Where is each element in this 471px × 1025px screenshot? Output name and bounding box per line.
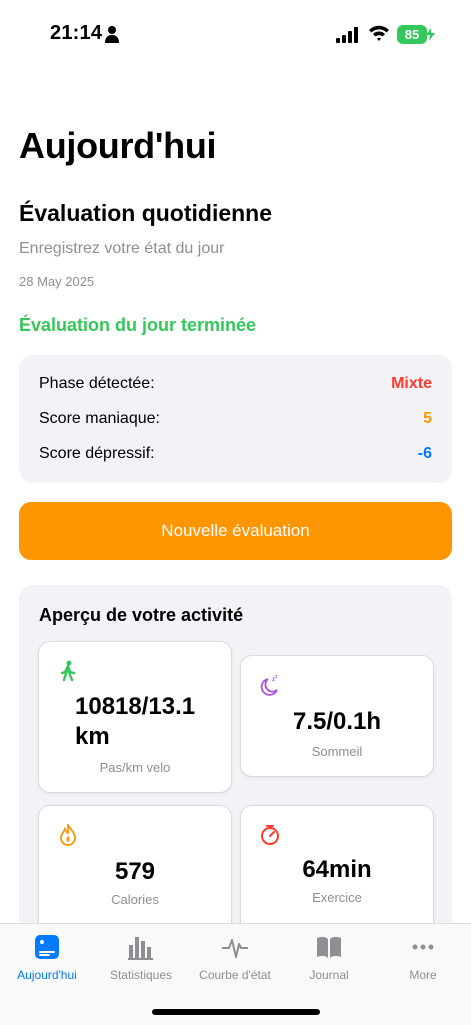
tab-label: Aujourd'hui: [17, 968, 77, 982]
evaluation-subtitle: Enregistrez votre état du jour: [19, 240, 225, 257]
score-row-depressive: Score dépressif: -6: [39, 445, 432, 467]
home-indicator: [152, 1009, 320, 1015]
moon-sleep-icon: z z: [260, 674, 278, 696]
score-value: -6: [417, 445, 432, 462]
cellular-signal-icon: [336, 27, 358, 43]
activity-label: Pas/km velo: [99, 760, 171, 775]
score-label: Phase détectée:: [39, 375, 155, 392]
wifi-icon: [369, 25, 389, 41]
score-value: Mixte: [391, 375, 432, 392]
battery-indicator: 85: [397, 25, 435, 44]
activity-label: Calories: [111, 892, 159, 907]
book-icon: [317, 936, 341, 958]
walk-icon: [60, 660, 76, 682]
score-label: Score maniaque:: [39, 410, 160, 427]
tab-state-curve[interactable]: Courbe d'état: [188, 932, 282, 992]
evaluation-status: Évaluation du jour terminée: [19, 315, 257, 335]
score-value: 5: [423, 410, 432, 427]
activity-tile-sleep[interactable]: z z 7.5/0.1h Sommeil: [240, 655, 434, 777]
activity-value: 64min: [302, 856, 372, 883]
flame-icon: [60, 824, 76, 846]
score-label: Score dépressif:: [39, 445, 155, 462]
activity-value: 7.5/0.1h: [292, 708, 382, 735]
tab-label: Statistiques: [109, 968, 173, 982]
score-row-phase: Phase détectée: Mixte: [39, 375, 432, 397]
activity-value: 579: [114, 858, 156, 885]
page-title: Aujourd'hui: [19, 125, 217, 166]
status-bar: 21:14 85: [0, 0, 471, 70]
score-card: Phase détectée: Mixte Score maniaque: 5 …: [19, 355, 452, 483]
tab-statistics[interactable]: Statistiques: [94, 932, 188, 992]
today-icon: [35, 935, 59, 959]
status-time: 21:14: [50, 22, 103, 44]
tab-label: More: [409, 968, 437, 982]
bar-chart-icon: [128, 937, 153, 960]
charging-bolt-icon: [426, 28, 435, 41]
person-icon: [105, 26, 119, 43]
svg-text:z: z: [275, 674, 278, 680]
new-evaluation-button[interactable]: Nouvelle évaluation: [19, 502, 452, 560]
timer-icon: [261, 825, 279, 845]
activity-label: Exercice: [312, 890, 362, 905]
tab-journal[interactable]: Journal: [282, 932, 376, 992]
waveform-icon: [222, 939, 248, 958]
tab-more[interactable]: More: [376, 932, 470, 992]
activity-tile-steps[interactable]: 10818/13.1 km Pas/km velo: [38, 641, 232, 793]
activity-overview: Aperçu de votre activité 10818/13.1 km P…: [19, 585, 452, 957]
tab-label: Journal: [309, 968, 349, 982]
tab-label: Courbe d'état: [199, 968, 271, 982]
battery-level: 85: [404, 27, 420, 42]
tab-today[interactable]: Aujourd'hui: [0, 932, 94, 992]
evaluation-title: Évaluation quotidienne: [19, 200, 273, 226]
activity-title: Aperçu de votre activité: [39, 605, 244, 625]
activity-label: Sommeil: [311, 744, 363, 759]
activity-value: 10818/13.1 km: [75, 693, 196, 750]
score-row-manic: Score maniaque: 5: [39, 410, 432, 432]
evaluation-date: 28 May 2025: [19, 274, 95, 289]
more-icon: [412, 944, 434, 950]
